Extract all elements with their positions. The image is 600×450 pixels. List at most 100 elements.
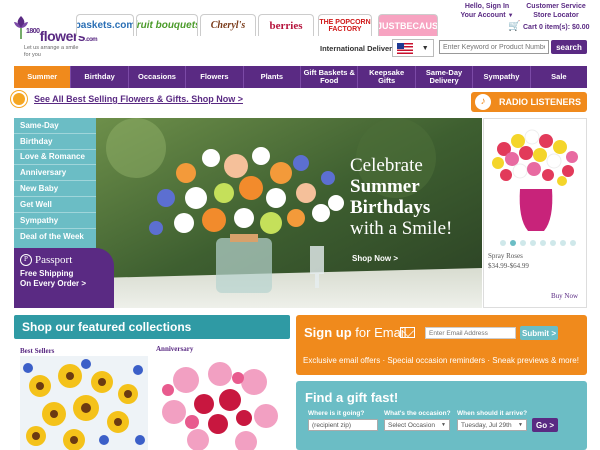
- best-sellers-label[interactable]: Best Sellers: [20, 347, 54, 355]
- your-account-link[interactable]: Your Account: [460, 12, 505, 19]
- brand-tab-fruit-bouquets[interactable]: fruit bouquets: [136, 14, 198, 36]
- gift-finder-title: Find a gift fast!: [305, 390, 399, 405]
- country-select[interactable]: ▼: [392, 39, 434, 57]
- gift-where-label: Where is it going?: [308, 410, 365, 417]
- radio-listeners-button[interactable]: ♪ RADIO LISTENERS: [471, 92, 587, 112]
- gift-go-button[interactable]: Go >: [532, 418, 558, 432]
- spray-roses-image: [484, 119, 586, 239]
- cart-link[interactable]: 🛒 Cart 0 item(s): $0.00: [508, 22, 598, 32]
- hero-shop-now-link[interactable]: Shop Now >: [352, 254, 398, 263]
- radio-listeners-label: RADIO LISTENERS: [498, 97, 581, 107]
- occasion-sympathy[interactable]: Sympathy: [14, 213, 96, 229]
- search-button[interactable]: search: [551, 40, 587, 54]
- site-logo[interactable]: 1800flowers.com Let us arrange a smile f…: [12, 14, 98, 60]
- email-input[interactable]: [425, 327, 516, 339]
- best-sellers-image[interactable]: [20, 356, 148, 450]
- delivery-date-select[interactable]: Tuesday, Jul 29th ▼: [457, 419, 527, 431]
- gift-when-label: When should it arrive?: [457, 410, 528, 417]
- email-signup-title: Sign up for Email: [304, 325, 407, 340]
- carousel-dot[interactable]: [540, 240, 546, 246]
- carousel-dot[interactable]: [500, 240, 506, 246]
- dropdown-arrow-icon: ▼: [441, 422, 446, 428]
- gift-occasion-label: What's the occasion?: [384, 410, 451, 417]
- brand-tab-cheryls[interactable]: Cheryl's: [200, 14, 256, 36]
- radio-icon: ♪: [475, 94, 491, 110]
- main-nav: Summer Birthday Occasions Flowers Plants…: [14, 66, 588, 88]
- us-flag-icon: [397, 42, 414, 54]
- hero-headline: Celebrate Summer Birthdays with a Smile!: [350, 155, 452, 239]
- recipient-zip-input[interactable]: (recipient zip): [308, 419, 378, 431]
- pink-lily-bouquet-image: [156, 356, 284, 450]
- cart-icon: 🛒: [508, 21, 521, 32]
- passport-line-1: Free Shipping: [20, 269, 74, 278]
- occasion-new-baby[interactable]: New Baby: [14, 181, 96, 197]
- anniversary-label[interactable]: Anniversary: [156, 345, 193, 353]
- passport-logo: Passport: [35, 254, 73, 266]
- anniversary-image[interactable]: [156, 356, 284, 450]
- occasion-birthday[interactable]: Birthday: [14, 134, 96, 150]
- sun-icon: [13, 93, 25, 105]
- nav-sympathy[interactable]: Sympathy: [473, 66, 531, 88]
- occasion-select[interactable]: Select Occasion ▼: [384, 419, 450, 431]
- nav-birthday[interactable]: Birthday: [71, 66, 129, 88]
- nav-occasions[interactable]: Occasions: [128, 66, 187, 88]
- chevron-down-icon: ▼: [507, 13, 514, 19]
- brand-tab-baskets[interactable]: baskets.com: [76, 14, 134, 36]
- nav-sale[interactable]: Sale: [530, 66, 588, 88]
- occasion-select-value: Select Occasion: [388, 421, 435, 429]
- occasion-love-romance[interactable]: Love & Romance: [14, 150, 96, 166]
- email-title-rest: for Email: [351, 325, 407, 340]
- hero-line-3: Birthdays: [350, 197, 431, 218]
- logo-tagline: Let us arrange a smile for you: [24, 45, 79, 58]
- best-sellers-promo-link[interactable]: See All Best Selling Flowers & Gifts. Sh…: [34, 94, 243, 104]
- sunflower-bouquet-image: [20, 356, 148, 450]
- product-price: $34.99-$64.99: [488, 262, 529, 270]
- store-locator-link[interactable]: Store Locator: [516, 11, 596, 20]
- featured-collections-heading: Shop our featured collections: [14, 315, 290, 339]
- featured-product-card[interactable]: [483, 118, 587, 308]
- brand-tab-berries[interactable]: berries: [258, 14, 314, 36]
- carousel-dot[interactable]: [570, 240, 576, 246]
- occasion-anniversary[interactable]: Anniversary: [14, 165, 96, 182]
- international-delivery-label: International Delivery: [320, 44, 397, 53]
- email-perks-text: Exclusive email offers · Special occasio…: [303, 356, 579, 365]
- brand-tab-just-because[interactable]: #JUSTBECAUSE: [378, 14, 438, 36]
- carousel-dot-active[interactable]: [510, 240, 516, 246]
- passport-icon: P: [20, 254, 32, 266]
- nav-flowers[interactable]: Flowers: [186, 66, 244, 88]
- passport-line-2: On Every Order >: [20, 279, 87, 288]
- passport-promo[interactable]: P Passport Free Shipping On Every Order …: [14, 248, 114, 308]
- customer-links: Customer Service Store Locator: [516, 2, 596, 20]
- dropdown-arrow-icon: ▼: [518, 422, 523, 428]
- nav-keepsake-gifts[interactable]: Keepsake Gifts: [358, 66, 416, 88]
- carousel-dot[interactable]: [560, 240, 566, 246]
- product-name[interactable]: Spray Roses: [488, 252, 523, 260]
- account-menu[interactable]: Hello, Sign In Your Account ▼: [458, 2, 516, 21]
- hero-line-4: with a Smile!: [350, 218, 453, 239]
- occasion-deal-of-week[interactable]: Deal of the Week: [14, 229, 96, 245]
- nav-same-day-delivery[interactable]: Same-Day Delivery: [415, 66, 474, 88]
- brand-tab-popcorn-factory[interactable]: THE POPCORN FACTORY: [318, 14, 372, 36]
- email-submit-button[interactable]: Submit >: [520, 326, 558, 340]
- email-title-bold: Sign up: [304, 325, 352, 340]
- occasion-get-well[interactable]: Get Well: [14, 197, 96, 213]
- hero-line-2: Summer: [350, 176, 420, 197]
- nav-gift-baskets[interactable]: Gift Baskets & Food: [301, 66, 359, 88]
- occasion-same-day[interactable]: Same-Day: [14, 118, 96, 134]
- nav-summer[interactable]: Summer: [14, 66, 72, 88]
- email-signup-panel: [296, 315, 587, 375]
- carousel-dots: [500, 240, 576, 246]
- hero-line-1: Celebrate: [350, 155, 423, 176]
- logo-wordmark: 1800: [26, 28, 40, 35]
- buy-now-link[interactable]: Buy Now: [551, 292, 578, 300]
- envelope-icon: [400, 327, 415, 338]
- customer-service-link[interactable]: Customer Service: [516, 2, 596, 11]
- nav-plants[interactable]: Plants: [243, 66, 302, 88]
- sign-in-link[interactable]: Hello, Sign In: [458, 2, 516, 11]
- search-input[interactable]: [439, 40, 549, 54]
- carousel-dot[interactable]: [550, 240, 556, 246]
- delivery-date-value: Tuesday, Jul 29th: [461, 421, 512, 429]
- carousel-dot[interactable]: [530, 240, 536, 246]
- carousel-dot[interactable]: [520, 240, 526, 246]
- dropdown-arrow-icon: ▼: [421, 44, 429, 52]
